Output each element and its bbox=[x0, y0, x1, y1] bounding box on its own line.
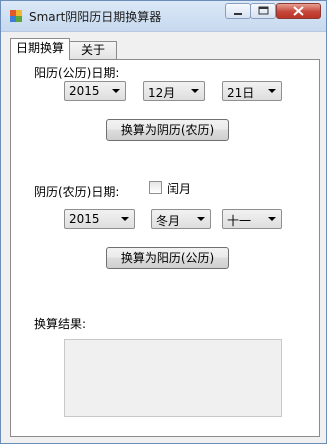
solar-month-value: 12月 bbox=[148, 86, 176, 100]
tab-about[interactable]: 关于 bbox=[69, 41, 117, 59]
lunar-year-select[interactable]: 2015 bbox=[64, 209, 135, 229]
convert-to-solar-button[interactable]: 换算为阳历(公历) bbox=[106, 247, 229, 269]
close-icon bbox=[293, 6, 304, 16]
chevron-down-icon bbox=[121, 217, 129, 221]
maximize-icon bbox=[258, 6, 269, 15]
leap-month-label: 闰月 bbox=[167, 182, 192, 196]
leap-month-checkbox[interactable] bbox=[149, 181, 162, 194]
solar-year-select[interactable]: 2015 bbox=[64, 81, 126, 101]
chevron-down-icon bbox=[112, 89, 120, 93]
app-window: Smart阴阳历日期换算器 日期换算 关于 阳历(公历)日期: 2015 12月 bbox=[0, 0, 327, 444]
tab-date-conversion[interactable]: 日期换算 bbox=[10, 38, 70, 60]
solar-month-select[interactable]: 12月 bbox=[143, 81, 205, 101]
title-bar[interactable]: Smart阴阳历日期换算器 bbox=[1, 1, 326, 32]
close-button[interactable] bbox=[276, 3, 321, 19]
minimize-icon bbox=[234, 13, 242, 15]
solar-year-value: 2015 bbox=[69, 84, 100, 98]
chevron-down-icon bbox=[268, 217, 276, 221]
lunar-date-label: 阴历(农历)日期: bbox=[34, 185, 120, 199]
lunar-month-value: 冬月 bbox=[156, 214, 181, 228]
chevron-down-icon bbox=[268, 89, 276, 93]
app-icon bbox=[10, 10, 22, 22]
result-output bbox=[64, 339, 282, 417]
chevron-down-icon bbox=[191, 89, 199, 93]
solar-day-select[interactable]: 21日 bbox=[222, 81, 282, 101]
maximize-button[interactable] bbox=[250, 3, 276, 19]
convert-to-lunar-button[interactable]: 换算为阴历(农历) bbox=[106, 119, 229, 141]
lunar-day-value: 十一 bbox=[227, 214, 252, 228]
lunar-year-value: 2015 bbox=[69, 212, 100, 226]
result-label: 换算结果: bbox=[34, 317, 87, 331]
solar-date-label: 阳历(公历)日期: bbox=[34, 66, 120, 80]
solar-day-value: 21日 bbox=[227, 86, 255, 100]
minimize-button[interactable] bbox=[225, 3, 251, 19]
lunar-month-select[interactable]: 冬月 bbox=[151, 209, 211, 229]
chevron-down-icon bbox=[197, 217, 205, 221]
lunar-day-select[interactable]: 十一 bbox=[222, 209, 282, 229]
window-title: Smart阴阳历日期换算器 bbox=[29, 10, 162, 24]
